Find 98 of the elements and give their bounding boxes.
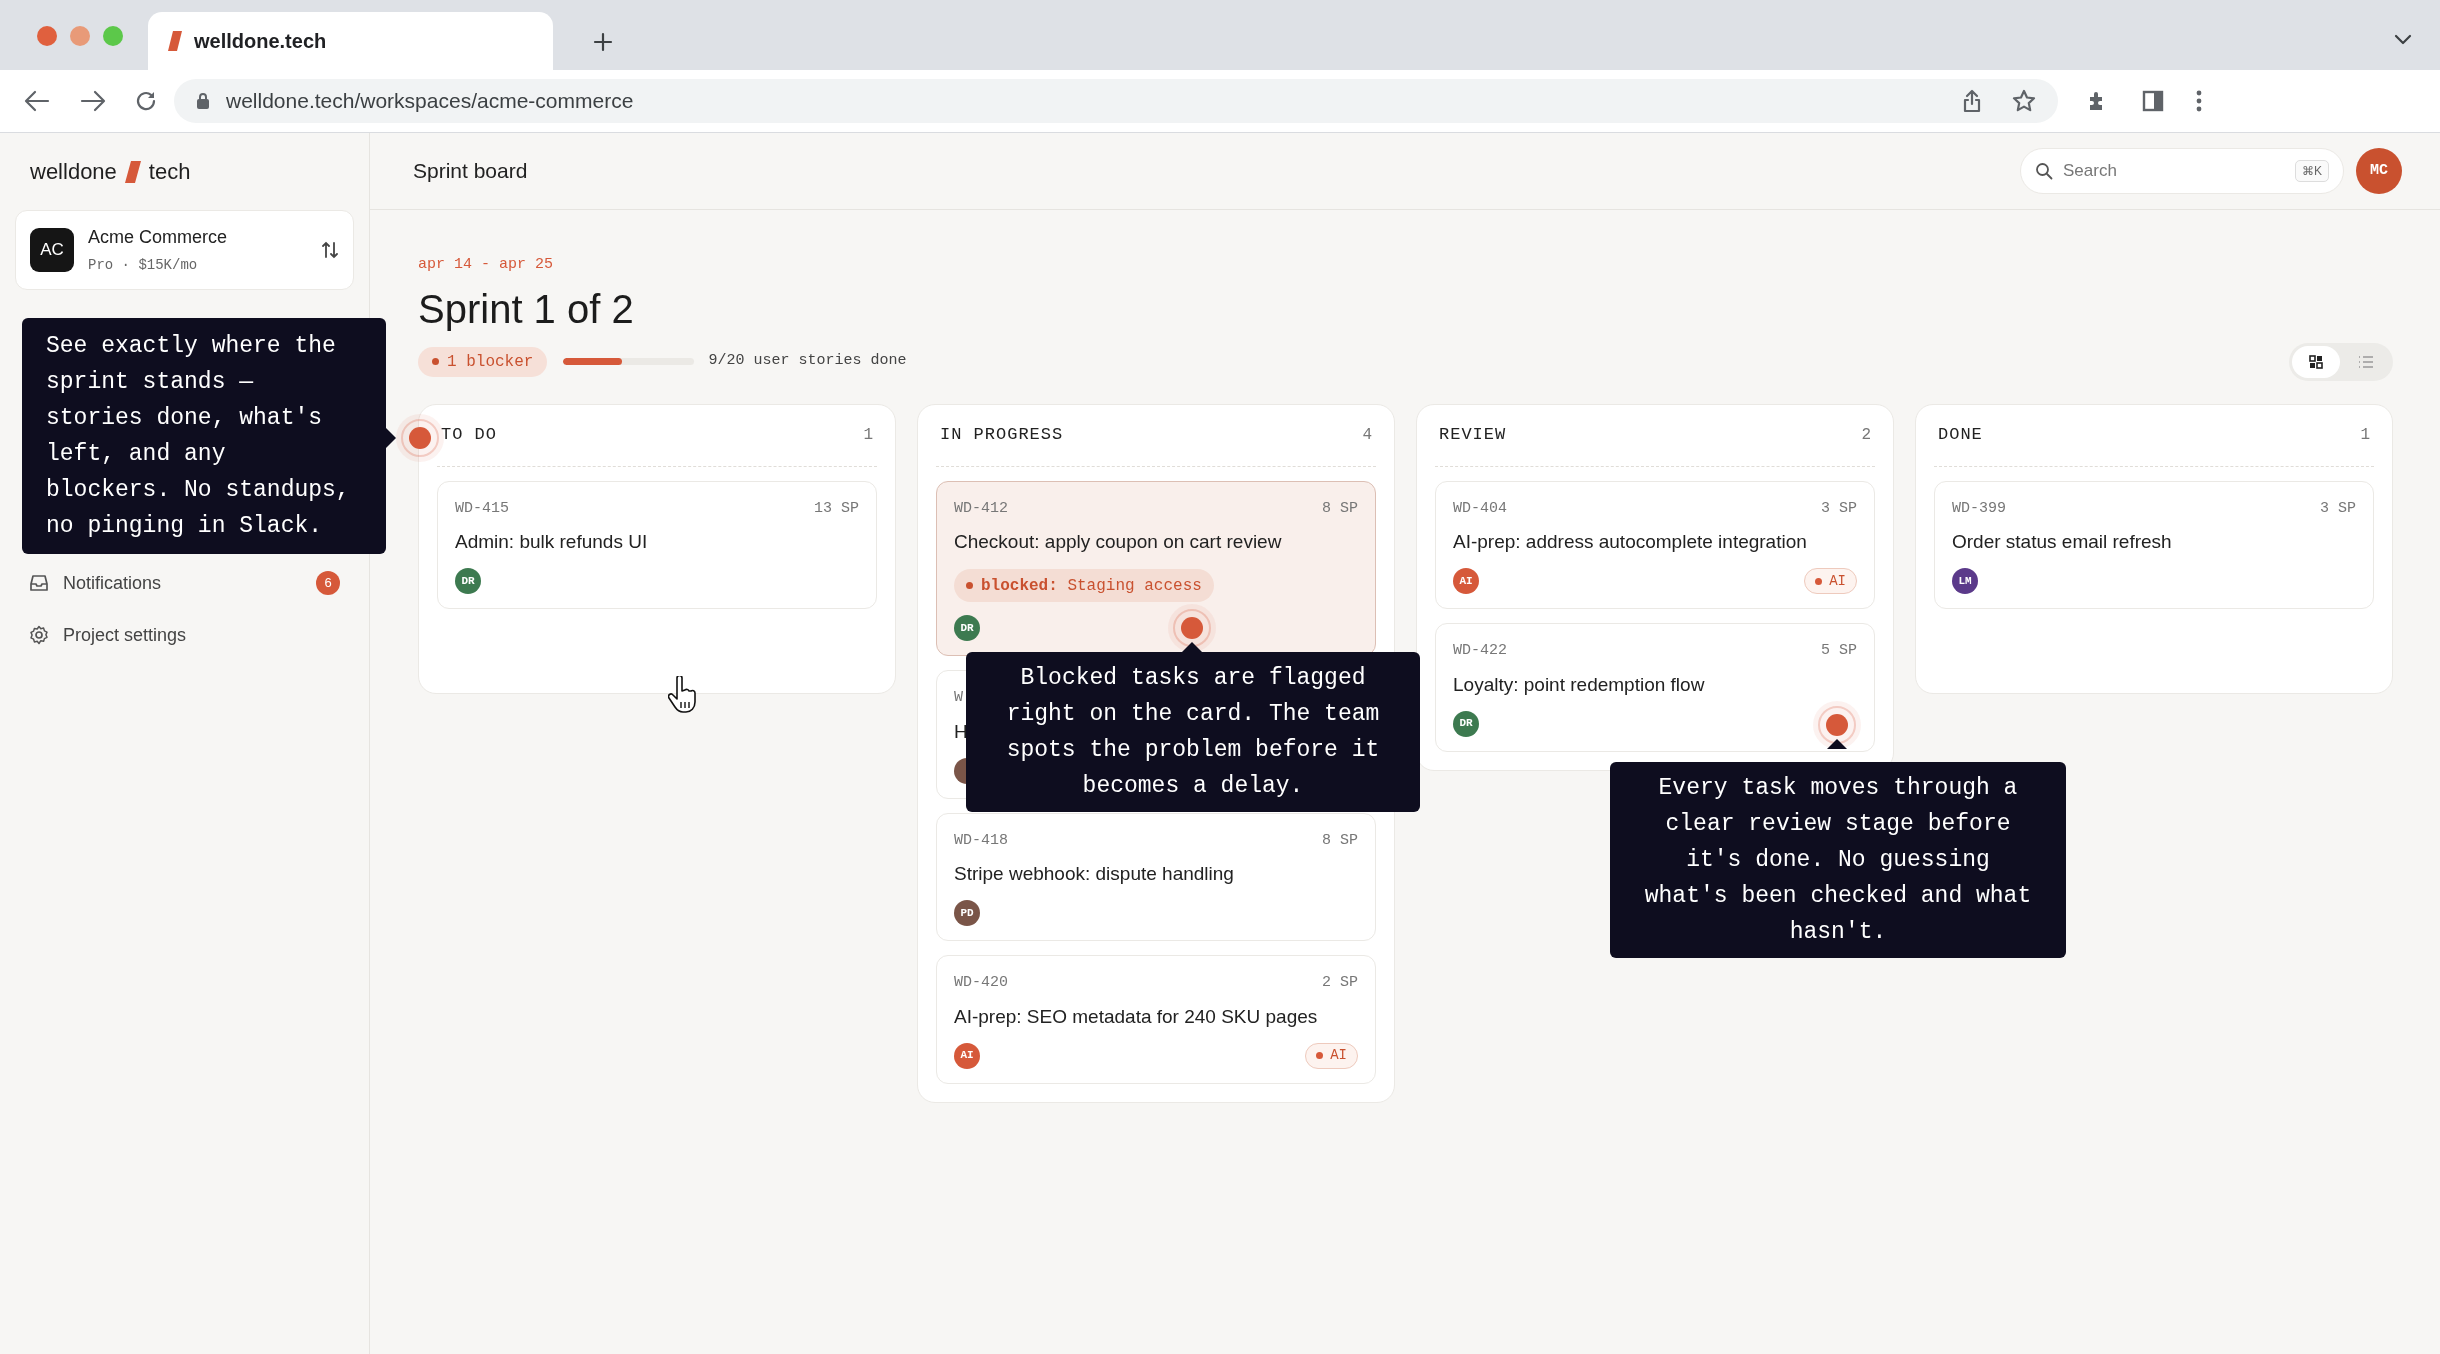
task-title: Loyalty: point redemption flow bbox=[1453, 672, 1706, 697]
workspace-plan: Pro · $15K/mo bbox=[88, 256, 199, 275]
column-title: REVIEW bbox=[1439, 424, 1507, 447]
task-card[interactable]: WD-415 13 SP Admin: bulk refunds UI DR bbox=[437, 480, 877, 609]
list-icon bbox=[2358, 355, 2374, 368]
task-card[interactable]: WD-418 8 SP Stripe webhook: dispute handling PD bbox=[936, 812, 1376, 941]
user-avatar[interactable]: MC bbox=[2356, 148, 2402, 194]
blocked-badge: blocked: Staging access bbox=[954, 569, 1214, 602]
workspace-logo: AC bbox=[30, 228, 74, 272]
nav-item[interactable]: Project settings bbox=[15, 614, 354, 656]
assignee-avatar: PD bbox=[954, 900, 980, 926]
chevron-down-icon[interactable] bbox=[2394, 34, 2412, 46]
reload-icon[interactable] bbox=[134, 89, 158, 113]
task-title: Stripe webhook: dispute handling bbox=[954, 862, 1235, 886]
sort-icon bbox=[321, 241, 339, 259]
workspace-switcher[interactable]: AC Acme Commerce Pro · $15K/mo bbox=[15, 210, 354, 290]
tooltip-pointer bbox=[1182, 642, 1202, 652]
lock-icon bbox=[196, 92, 210, 110]
search-input[interactable]: Search bbox=[2063, 158, 2285, 184]
task-id: WD-422 bbox=[1453, 641, 1507, 661]
column-count: 2 bbox=[1861, 425, 1871, 446]
task-card[interactable]: WD-422 5 SP Loyalty: point redemption flow DR bbox=[1435, 623, 1875, 752]
window-control-icon[interactable] bbox=[37, 26, 57, 46]
column-title: TO DO bbox=[441, 424, 497, 447]
tooltip-pointer bbox=[386, 428, 396, 448]
inbox-icon bbox=[29, 574, 49, 592]
task-title: Order status email refresh bbox=[1952, 530, 2173, 554]
column-count: 1 bbox=[863, 425, 873, 446]
story-points: 3 SP bbox=[1821, 498, 1857, 519]
task-id: WD-399 bbox=[1952, 498, 2006, 519]
story-points: 13 SP bbox=[814, 498, 859, 519]
assignee-avatar: DR bbox=[954, 615, 980, 641]
search-field[interactable]: Search ⌘K bbox=[2020, 148, 2344, 194]
task-id: W bbox=[954, 688, 963, 708]
task-id: WD-404 bbox=[1453, 498, 1507, 519]
task-id: WD-420 bbox=[954, 973, 1008, 993]
back-icon[interactable] bbox=[24, 89, 50, 113]
browser-tab[interactable]: welldone.tech bbox=[148, 12, 553, 70]
settings-icon bbox=[29, 625, 49, 645]
tooltip: Every task moves through a clear review stage before it's done. No guessing what's been checked and what hasn't. bbox=[1610, 762, 2066, 958]
assignee-avatar: DR bbox=[1453, 710, 1479, 737]
address-bar[interactable]: welldone.tech/workspaces/acme-commerce bbox=[174, 79, 2058, 123]
task-id: WD-415 bbox=[455, 498, 509, 519]
task-title: AI-prep: address autocomplete integration bbox=[1453, 530, 1808, 554]
assignee-avatar: AI bbox=[954, 1042, 980, 1069]
story-points: 8 SP bbox=[1322, 830, 1358, 851]
task-card[interactable]: WD-412 8 SP Checkout: apply coupon on cart review blocked: Staging access DR bbox=[936, 480, 1376, 656]
tooltip-pointer bbox=[1827, 739, 1847, 749]
tooltip: See exactly where the sprint stands — stories done, what's left, and any blockers. No standups, no pinging in Slack. bbox=[22, 318, 386, 554]
task-id: WD-412 bbox=[954, 498, 1008, 519]
assignee-avatar: LM bbox=[1952, 568, 1978, 594]
assignee-avatar: AI bbox=[1453, 568, 1479, 594]
share-icon[interactable] bbox=[1962, 89, 1982, 113]
slash-icon bbox=[168, 31, 182, 51]
workspace-name: Acme Commerce bbox=[88, 226, 229, 249]
url-text: welldone.tech/workspaces/acme-commerce bbox=[226, 88, 634, 115]
tooltip: Blocked tasks are flagged right on the card. The team spots the problem before it becomes a delay. bbox=[966, 652, 1420, 812]
story-points: 5 SP bbox=[1821, 641, 1857, 661]
sprint-title: Sprint 1 of 2 bbox=[418, 285, 635, 333]
task-card[interactable]: WD-399 3 SP Order status email refresh LM bbox=[1934, 480, 2374, 609]
task-title: Admin: bulk refunds UI bbox=[455, 530, 649, 554]
story-points: 3 SP bbox=[2320, 498, 2356, 519]
story-points: 8 SP bbox=[1322, 498, 1358, 519]
new-tab-icon[interactable] bbox=[593, 32, 613, 52]
column-count: 4 bbox=[1362, 425, 1372, 446]
side-panel-icon[interactable] bbox=[2142, 90, 2164, 112]
task-title: AI-prep: SEO metadata for 240 SKU pages bbox=[954, 1004, 1319, 1029]
assignee-avatar: DR bbox=[455, 568, 481, 594]
sprint-dates: apr 14 - apr 25 bbox=[418, 255, 555, 275]
more-icon[interactable] bbox=[2196, 90, 2202, 112]
nav-item[interactable]: Notifications 6 bbox=[15, 562, 354, 604]
task-card[interactable]: WD-404 3 SP AI-prep: address autocomplete integration AI AI bbox=[1435, 480, 1875, 609]
task-id: WD-418 bbox=[954, 830, 1008, 851]
column-count: 1 bbox=[2360, 425, 2370, 446]
hotspot-marker[interactable] bbox=[1167, 603, 1217, 653]
task-title: H bbox=[954, 719, 969, 744]
page-title: Sprint board bbox=[413, 158, 528, 185]
logo-slash-icon bbox=[124, 160, 141, 183]
count-badge: 6 bbox=[316, 571, 340, 595]
logo-text: tech bbox=[148, 158, 191, 186]
task-card[interactable]: WD-420 2 SP AI-prep: SEO metadata for 240 SKU pages AI AI bbox=[936, 955, 1376, 1084]
logo-text: welldone bbox=[30, 158, 117, 186]
star-icon[interactable] bbox=[2012, 89, 2036, 113]
grid-icon bbox=[2309, 354, 2323, 369]
ai-tag: AI bbox=[1804, 568, 1857, 594]
forward-icon[interactable] bbox=[80, 89, 106, 113]
view-toggle-button[interactable] bbox=[2292, 345, 2340, 378]
story-points: 2 SP bbox=[1322, 973, 1358, 993]
shortcut-key: ⌘K bbox=[2295, 160, 2329, 182]
task-title: Checkout: apply coupon on cart review bbox=[954, 530, 1283, 554]
hotspot-marker[interactable] bbox=[1812, 700, 1862, 750]
column-title: IN PROGRESS bbox=[940, 424, 1064, 447]
column-title: DONE bbox=[1938, 424, 1983, 447]
ai-tag: AI bbox=[1305, 1042, 1358, 1069]
tab-title: welldone.tech bbox=[194, 29, 327, 54]
search-icon bbox=[2035, 162, 2053, 180]
blocker-badge: 1 blocker bbox=[418, 346, 548, 377]
progress-text: 9/20 user stories done bbox=[708, 351, 907, 372]
